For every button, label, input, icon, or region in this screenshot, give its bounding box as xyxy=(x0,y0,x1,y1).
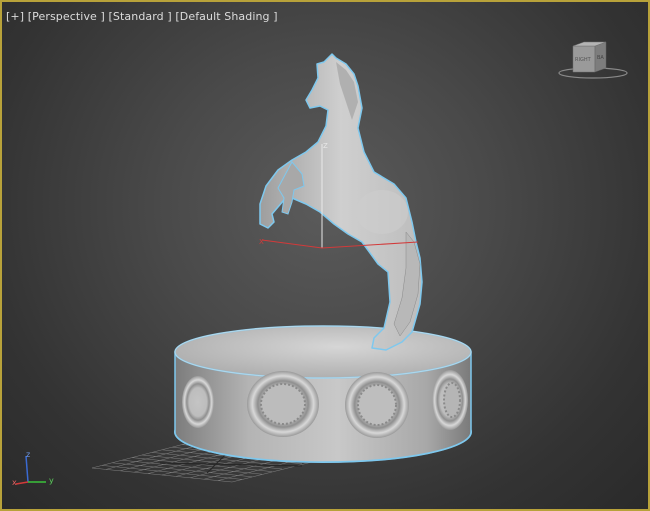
perspective-viewport[interactable]: [+] [Perspective ] [Standard ] [Default … xyxy=(0,0,650,511)
pedestal-base[interactable] xyxy=(174,325,472,463)
gizmo-x-label: X xyxy=(259,238,264,246)
horse-statue[interactable] xyxy=(259,53,423,351)
viewcube-back-label: BA xyxy=(597,55,604,61)
tripod-y-label: y xyxy=(49,476,54,485)
tripod-z-label: z xyxy=(26,450,31,459)
viewcube-right-label: RIGHT xyxy=(575,57,592,63)
axis-tripod: z x y xyxy=(12,450,62,490)
viewcube[interactable]: RIGHT BA xyxy=(556,40,630,82)
scene-canvas[interactable]: Z X xyxy=(2,2,648,509)
gizmo-z-label: Z xyxy=(323,142,328,150)
tripod-x-label: x xyxy=(12,478,17,487)
